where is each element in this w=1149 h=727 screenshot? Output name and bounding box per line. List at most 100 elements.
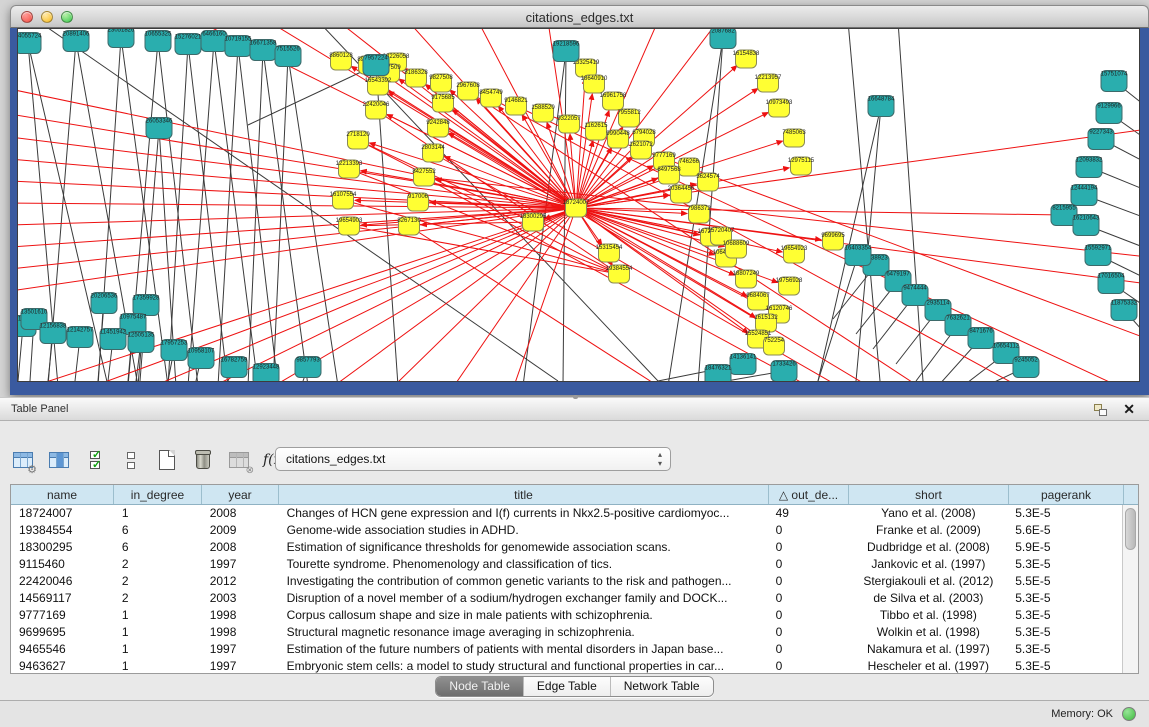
table-cell: Estimation of the future numbers of pati… <box>279 641 768 658</box>
table-row[interactable]: 1938455462009Genome-wide association stu… <box>11 522 1122 539</box>
table-cell: 18300295 <box>11 539 114 556</box>
graph-node-label: 9322057 <box>557 116 581 122</box>
graph-node-label: 11875332 <box>1111 301 1138 307</box>
table-body: 1872400712008Changes of HCN gene express… <box>11 505 1122 673</box>
graph-node-label: 9245052 <box>1014 358 1038 364</box>
graph-node-label: 8427552 <box>412 169 436 175</box>
graph-node-label: 6479197 <box>886 272 910 278</box>
table-cell: Structural magnetic resonance image aver… <box>279 624 768 641</box>
column-header-in_degree[interactable]: in_degree <box>114 485 202 504</box>
graph-node-label: 24055724 <box>18 34 42 40</box>
table-row[interactable]: 946554611997Estimation of the future num… <box>11 641 1122 658</box>
graph-node-label: 9857793 <box>296 358 320 364</box>
table-row[interactable]: 1830029562008Estimation of significance … <box>11 539 1122 556</box>
table-panel: Table Panel ✕ ⚙ <box>0 397 1149 727</box>
column-header-out_de[interactable]: △ out_de... <box>769 485 849 504</box>
scrollbar-thumb[interactable] <box>1125 508 1136 550</box>
graph-node-label: 16648784 <box>868 97 895 103</box>
table-cell: 2012 <box>202 573 279 590</box>
tab-node-table[interactable]: Node Table <box>436 677 524 696</box>
table-cell: Jankovic et al. (1997) <box>848 556 1008 573</box>
column-header-pagerank[interactable]: pagerank <box>1009 485 1124 504</box>
unselect-all-columns-icon[interactable] <box>118 447 144 473</box>
graph-node-label: 15524851 <box>745 331 772 337</box>
graph-node-label: 1162615 <box>585 123 609 129</box>
column-header-year[interactable]: year <box>202 485 279 504</box>
graph-node-label: 16403354 <box>845 246 872 252</box>
tab-network-table[interactable]: Network Table <box>611 677 713 696</box>
table-row[interactable]: 1456911722003Disruption of a novel membe… <box>11 590 1122 607</box>
table-settings-icon[interactable]: ⚙ <box>10 447 36 473</box>
table-cell: 1 <box>114 624 202 641</box>
network-graph[interactable]: 1872400788601288912954232260589827509818… <box>17 28 1140 382</box>
show-columns-icon[interactable] <box>46 447 72 473</box>
table-cell: 1997 <box>202 658 279 673</box>
table-cell: 1 <box>114 658 202 673</box>
graph-node-label: 9827508 <box>429 75 453 81</box>
close-panel-icon[interactable]: ✕ <box>1123 401 1135 417</box>
table-row[interactable]: 977716911998Corpus callosum shape and si… <box>11 607 1122 624</box>
column-header-title[interactable]: title <box>279 485 769 504</box>
table-cell: 5.3E-5 <box>1007 624 1122 641</box>
graph-node-label: 19654923 <box>781 246 808 252</box>
panel-resize-grip[interactable] <box>573 395 578 399</box>
table-cell: 18724007 <box>11 505 114 522</box>
table-row[interactable]: 969969511998Structural magnetic resonanc… <box>11 624 1122 641</box>
graph-node-label: 12505135 <box>128 333 155 339</box>
table-cell: 6 <box>114 522 202 539</box>
table-cell: Corpus callosum shape and size in male p… <box>279 607 768 624</box>
table-cell: 9463627 <box>11 658 114 673</box>
table-row[interactable]: 2242004622012Investigating the contribut… <box>11 573 1122 590</box>
graph-node-label: 7632621 <box>946 316 970 322</box>
table-cell: 2008 <box>202 539 279 556</box>
table-cell: Wolkin et al. (1998) <box>848 624 1008 641</box>
select-all-columns-icon[interactable] <box>82 447 108 473</box>
window-title: citations_edges.txt <box>11 10 1148 25</box>
graph-node-label: 17957253 <box>161 341 188 347</box>
table-cell: Franke et al. (2009) <box>848 522 1008 539</box>
table-cell: 5.3E-5 <box>1007 641 1122 658</box>
graph-node-label: 1588520 <box>531 105 555 111</box>
network-view-window: citations_edges.txt 18724007886012889129… <box>10 5 1149 395</box>
graph-node-label: 10719155 <box>225 37 252 43</box>
table-row[interactable]: 946362711997Embryonic stem cells: a mode… <box>11 658 1122 673</box>
graph-node-label: 20891406 <box>63 32 90 38</box>
graph-node-label: 2718120 <box>346 132 370 138</box>
table-cell: Hescheler et al. (1997) <box>848 658 1008 673</box>
table-cell: 2009 <box>202 522 279 539</box>
graph-node-label: 10973493 <box>766 100 793 106</box>
graph-node-label: 16154838 <box>733 51 760 57</box>
table-row[interactable]: 1872400712008Changes of HCN gene express… <box>11 505 1122 522</box>
table-cell: 1 <box>114 641 202 658</box>
graph-node-label: 1621072 <box>629 142 653 148</box>
column-header-name[interactable]: name <box>11 485 114 504</box>
graph-node-label: 2803144 <box>421 145 445 151</box>
graph-node-label: 9990448 <box>606 131 630 137</box>
table-cell: Disruption of a novel member of a sodium… <box>279 590 768 607</box>
graph-node-label: 10655325 <box>145 32 172 38</box>
table-selector-dropdown[interactable]: citations_edges.txt ▴▾ <box>275 447 671 471</box>
window-titlebar[interactable]: citations_edges.txt <box>10 5 1149 28</box>
network-frame-border: 1872400788601288912954232260589827509818… <box>10 28 1149 395</box>
table-panel-header: Table Panel ✕ <box>0 397 1149 421</box>
graph-node-label: 12213393 <box>336 161 363 167</box>
tab-edge-table[interactable]: Edge Table <box>524 677 611 696</box>
table-cell: 5.3E-5 <box>1007 556 1122 573</box>
table-cell: Tibbo et al. (1998) <box>848 607 1008 624</box>
delete-column-icon[interactable] <box>190 447 216 473</box>
create-column-icon[interactable] <box>154 447 180 473</box>
table-cell: 0 <box>768 590 848 607</box>
graph-node-label: 11451942 <box>100 330 127 336</box>
table-vertical-scrollbar[interactable] <box>1122 505 1138 673</box>
graph-node-label: 9146821 <box>504 98 528 104</box>
graph-node-label: 16782759 <box>221 358 248 364</box>
graph-node-label: 12093832 <box>1076 158 1103 164</box>
table-cell: 22420046 <box>11 573 114 590</box>
graph-node-label: 2935114 <box>927 301 951 307</box>
float-panel-icon[interactable] <box>1094 404 1107 416</box>
table-cell: 0 <box>768 539 848 556</box>
table-cell: 49 <box>768 505 848 522</box>
table-row[interactable]: 911546021997Tourette syndrome. Phenomeno… <box>11 556 1122 573</box>
table-cell: 6 <box>114 539 202 556</box>
column-header-short[interactable]: short <box>849 485 1009 504</box>
